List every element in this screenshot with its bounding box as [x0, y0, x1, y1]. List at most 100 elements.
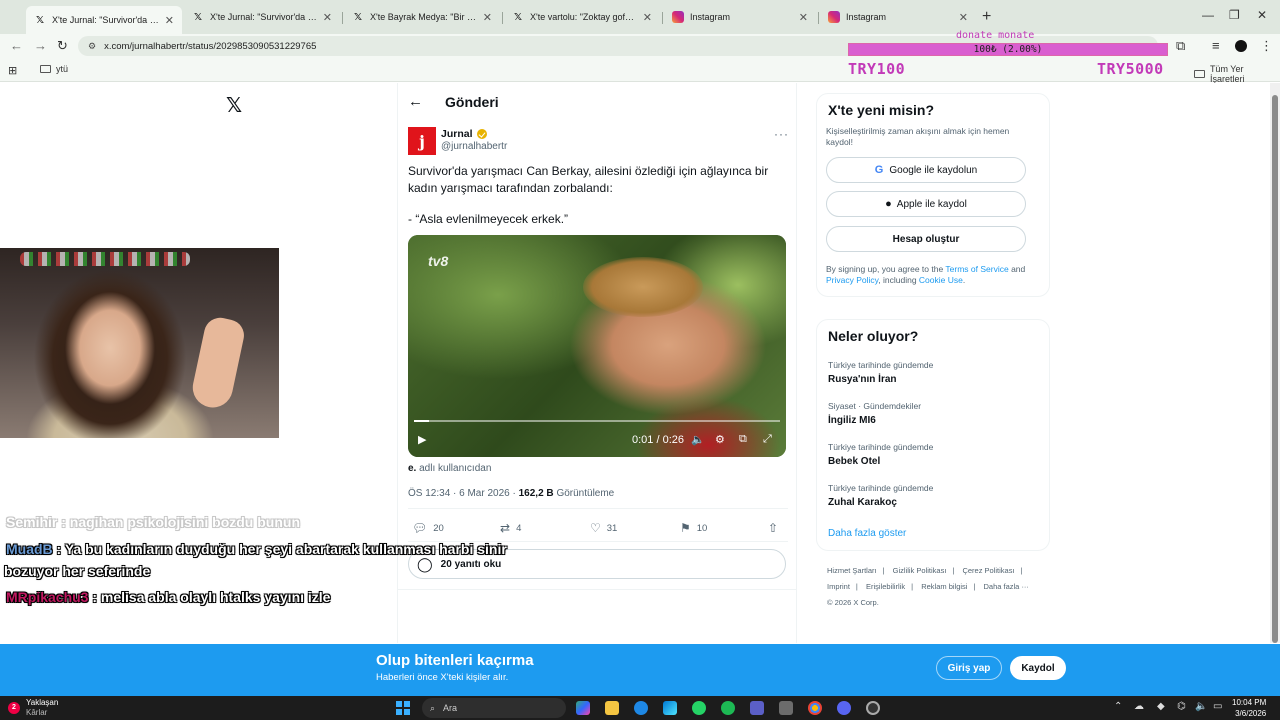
- pip-icon[interactable]: ⧉: [739, 433, 747, 446]
- close-tab-icon[interactable]: ✕: [959, 11, 968, 24]
- cookie-link[interactable]: Cookie Use: [919, 275, 963, 285]
- close-tab-icon[interactable]: ✕: [643, 11, 652, 24]
- signup-title: X'te yeni misin?: [828, 102, 935, 118]
- share-button[interactable]: ⇧: [768, 521, 784, 535]
- bookmark-folder-ytu[interactable]: ytü: [40, 64, 68, 74]
- trend-item[interactable]: Siyaset · Gündemdekiler İngiliz MI6: [828, 401, 921, 426]
- trend-item[interactable]: Türkiye tarihinde gündemde Rusya'nın İra…: [828, 360, 933, 385]
- cloud-icon[interactable]: ☁: [1134, 701, 1144, 712]
- footer-link[interactable]: Reklam bilgisi: [921, 582, 967, 591]
- back-icon[interactable]: ←: [10, 38, 23, 53]
- restore-icon[interactable]: ❐: [1229, 8, 1240, 22]
- trend-item[interactable]: Türkiye tarihinde gündemde Bebek Otel: [828, 442, 933, 467]
- webcam-hand: [189, 314, 247, 412]
- new-tab-button[interactable]: +: [982, 8, 991, 26]
- obs-icon[interactable]: [866, 701, 880, 715]
- apple-signup-button[interactable]: ● Apple ile kaydol: [826, 191, 1026, 217]
- forward-icon[interactable]: →: [34, 38, 47, 53]
- browser-tab-2[interactable]: 𝕏 X'te Jurnal: "Survivor'da ailesini... …: [184, 6, 340, 28]
- author-name[interactable]: Jurnal: [441, 128, 487, 140]
- apps-grid-icon[interactable]: ⊞: [8, 64, 17, 77]
- like-button[interactable]: ♡ 31: [590, 521, 617, 535]
- copilot-icon[interactable]: [576, 701, 590, 715]
- browser-tab-6[interactable]: Instagram ✕: [820, 6, 976, 28]
- close-window-icon[interactable]: ✕: [1257, 8, 1267, 22]
- tray-overflow-icon[interactable]: ⌃: [1114, 701, 1122, 712]
- whatsapp-icon[interactable]: [692, 701, 706, 715]
- back-arrow-icon[interactable]: ←: [408, 93, 423, 110]
- media-icon[interactable]: ≡: [1212, 38, 1220, 53]
- windows-start-icon[interactable]: [396, 701, 410, 715]
- app-icon[interactable]: [779, 701, 793, 715]
- google-signup-button[interactable]: G Google ile kaydolun: [826, 157, 1026, 183]
- store-icon[interactable]: [663, 701, 677, 715]
- browser-tab-3[interactable]: 𝕏 X'te Bayrak Medya: "Bir kadın, ... ✕: [344, 6, 500, 28]
- close-tab-icon[interactable]: ✕: [165, 14, 174, 27]
- browser-tab-1[interactable]: 𝕏 X'te Jurnal: "Survivor'da yarışma... ✕: [26, 6, 182, 34]
- author-handle[interactable]: @jurnalhabertr: [441, 141, 507, 152]
- taskbar-clock[interactable]: 10:04 PM 3/6/2026: [1232, 697, 1266, 719]
- privacy-link[interactable]: Privacy Policy: [826, 275, 878, 285]
- extensions-icon[interactable]: ⧉: [1176, 38, 1185, 54]
- author-avatar[interactable]: j: [408, 127, 436, 155]
- x-logo-icon: 𝕏: [353, 11, 363, 23]
- footer-link[interactable]: Hizmet Şartları: [827, 566, 877, 575]
- play-icon[interactable]: ▶: [418, 433, 426, 446]
- volume-icon[interactable]: 🔈: [1195, 701, 1207, 712]
- video-progress-bar[interactable]: [414, 420, 780, 422]
- all-bookmarks-folder[interactable]: Tüm Yer İşaretleri: [1194, 64, 1280, 84]
- site-info-icon[interactable]: ⚙: [88, 41, 96, 52]
- reply-button[interactable]: 💬︎ 20: [412, 521, 444, 535]
- footer-link[interactable]: Çerez Politikası: [962, 566, 1014, 575]
- teams-icon[interactable]: [750, 701, 764, 715]
- browser-tab-5[interactable]: Instagram ✕: [664, 6, 816, 28]
- attribution-user[interactable]: e.: [408, 463, 416, 474]
- tray-app-icon[interactable]: ◆: [1157, 701, 1165, 712]
- chat-message: MRpikachu3 : melisa abla olaylı htalks y…: [6, 589, 331, 605]
- menu-icon[interactable]: ⋮: [1260, 38, 1273, 54]
- close-tab-icon[interactable]: ✕: [483, 11, 492, 24]
- minimize-icon[interactable]: —: [1202, 8, 1214, 22]
- discord-icon[interactable]: [837, 701, 851, 715]
- notification-badge: 2: [8, 702, 20, 714]
- profile-avatar[interactable]: [1235, 40, 1247, 52]
- network-icon[interactable]: ⌬: [1177, 701, 1186, 712]
- instagram-icon: [672, 11, 684, 23]
- more-options-icon[interactable]: ···: [774, 127, 789, 141]
- footer-link[interactable]: Imprint: [827, 582, 850, 591]
- chat-message: MuadB : Ya bu kadınların duyduğu her şey…: [6, 541, 507, 557]
- taskbar-search[interactable]: ⌕ Ara: [422, 698, 566, 718]
- browser-tab-4[interactable]: 𝕏 X'te vartolu: "Zoktay gofret rek... ✕: [504, 6, 660, 28]
- media-attribution: e. adlı kullanıcıdan: [408, 463, 492, 474]
- close-tab-icon[interactable]: ✕: [323, 11, 332, 24]
- reload-icon[interactable]: ↻: [57, 38, 68, 54]
- login-button[interactable]: Giriş yap: [936, 656, 1002, 680]
- video-player[interactable]: tv8 ▶ 0:01 / 0:26 🔈 ⚙ ⧉ ⤢: [408, 235, 786, 457]
- edge-icon[interactable]: [634, 701, 648, 715]
- show-more-link[interactable]: Daha fazla göster: [828, 528, 906, 539]
- battery-icon[interactable]: ▭: [1213, 701, 1222, 712]
- page-scrollbar[interactable]: [1270, 83, 1280, 643]
- bookmark-button[interactable]: ⚑ 10: [680, 521, 707, 535]
- repost-button[interactable]: ⇄ 4: [500, 521, 521, 535]
- footer-link[interactable]: Daha fazla ···: [984, 582, 1029, 591]
- file-explorer-icon[interactable]: [605, 701, 619, 715]
- terms-link[interactable]: Terms of Service: [945, 264, 1008, 274]
- footer-link[interactable]: Erişilebilirlik: [866, 582, 905, 591]
- chrome-icon[interactable]: [808, 701, 822, 715]
- fullscreen-icon[interactable]: ⤢: [763, 433, 772, 446]
- signup-button[interactable]: Kaydol: [1010, 656, 1066, 680]
- settings-gear-icon[interactable]: ⚙: [715, 433, 725, 446]
- footer-link[interactable]: Gizlilik Politikası: [893, 566, 947, 575]
- x-logo-icon[interactable]: 𝕏: [226, 93, 242, 118]
- volume-icon[interactable]: 🔈: [691, 433, 705, 446]
- post-timestamp[interactable]: ÖS 12:34 · 6 Mar 2026 ·: [408, 488, 519, 499]
- weather-widget[interactable]: 2 Yaklaşan Kârlar: [8, 698, 58, 718]
- trend-item[interactable]: Türkiye tarihinde gündemde Zuhal Karakoç: [828, 483, 933, 508]
- trends-card: Neler oluyor? Türkiye tarihinde gündemde…: [816, 319, 1050, 551]
- close-tab-icon[interactable]: ✕: [799, 11, 808, 24]
- scrollbar-thumb[interactable]: [1272, 95, 1278, 643]
- spotify-icon[interactable]: [721, 701, 735, 715]
- reply-icon: 💬︎: [412, 521, 428, 535]
- create-account-button[interactable]: Hesap oluştur: [826, 226, 1026, 252]
